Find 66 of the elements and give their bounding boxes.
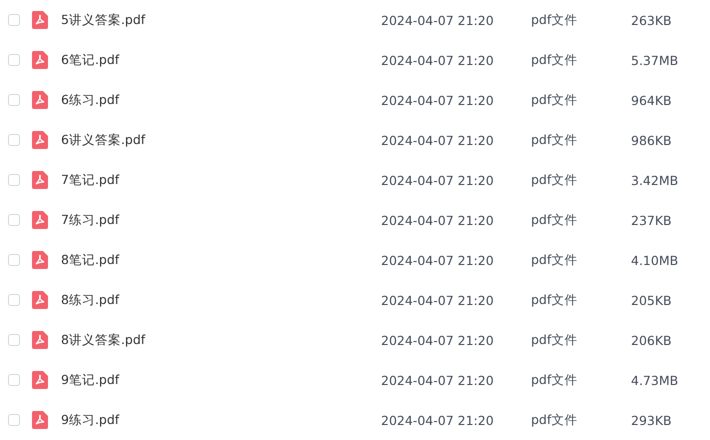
modified-time: 2024-04-07 21:20 [381,12,495,28]
pdf-file-icon [32,171,48,189]
modified-time: 2024-04-07 21:20 [381,292,495,308]
file-size: 205KB [631,292,672,308]
file-type: pdf文件 [531,292,578,308]
file-size: 4.73MB [631,372,678,388]
modified-time: 2024-04-07 21:20 [381,412,495,428]
file-type: pdf文件 [531,332,578,348]
checkbox[interactable] [8,14,20,26]
file-size: 206KB [631,332,672,348]
modified-time: 2024-04-07 21:20 [381,172,495,188]
pdf-file-icon [32,331,48,349]
checkbox[interactable] [8,254,20,266]
file-type: pdf文件 [531,412,578,428]
file-type: pdf文件 [531,12,578,28]
pdf-file-icon [32,291,48,309]
checkbox[interactable] [8,374,20,386]
file-size: 293KB [631,412,672,428]
checkbox[interactable] [8,54,20,66]
checkbox[interactable] [8,134,20,146]
file-name[interactable]: 9笔记.pdf [61,372,381,388]
checkbox[interactable] [8,414,20,426]
pdf-file-icon [32,411,48,429]
file-name[interactable]: 9练习.pdf [61,412,381,428]
file-type: pdf文件 [531,132,578,148]
file-type: pdf文件 [531,172,578,188]
file-type: pdf文件 [531,212,578,228]
file-type: pdf文件 [531,52,578,68]
file-type: pdf文件 [531,92,578,108]
file-name[interactable]: 7笔记.pdf [61,172,381,188]
file-name[interactable]: 8笔记.pdf [61,252,381,268]
file-size: 5.37MB [631,52,678,68]
file-type: pdf文件 [531,372,578,388]
pdf-file-icon [32,211,48,229]
modified-time: 2024-04-07 21:20 [381,332,495,348]
pdf-file-icon [32,91,48,109]
file-name[interactable]: 8讲义答案.pdf [61,332,381,348]
pdf-file-icon [32,251,48,269]
file-size: 964KB [631,92,672,108]
checkbox[interactable] [8,214,20,226]
modified-time: 2024-04-07 21:20 [381,132,495,148]
checkbox[interactable] [8,174,20,186]
checkbox[interactable] [8,294,20,306]
checkbox[interactable] [8,94,20,106]
file-size: 237KB [631,212,672,228]
file-name[interactable]: 8练习.pdf [61,292,381,308]
file-name[interactable]: 6练习.pdf [61,92,381,108]
file-size: 3.42MB [631,172,678,188]
file-size: 4.10MB [631,252,678,268]
pdf-file-icon [32,131,48,149]
pdf-file-icon [32,51,48,69]
file-size: 986KB [631,132,672,148]
file-name[interactable]: 5讲义答案.pdf [61,12,381,28]
modified-time: 2024-04-07 21:20 [381,52,495,68]
modified-time: 2024-04-07 21:20 [381,92,495,108]
file-name[interactable]: 7练习.pdf [61,212,381,228]
modified-time: 2024-04-07 21:20 [381,372,495,388]
pdf-file-icon [32,11,48,29]
file-name[interactable]: 6讲义答案.pdf [61,132,381,148]
file-type: pdf文件 [531,252,578,268]
file-name[interactable]: 6笔记.pdf [61,52,381,68]
modified-time: 2024-04-07 21:20 [381,212,495,228]
pdf-file-icon [32,371,48,389]
checkbox[interactable] [8,334,20,346]
modified-time: 2024-04-07 21:20 [381,252,495,268]
file-size: 263KB [631,12,672,28]
